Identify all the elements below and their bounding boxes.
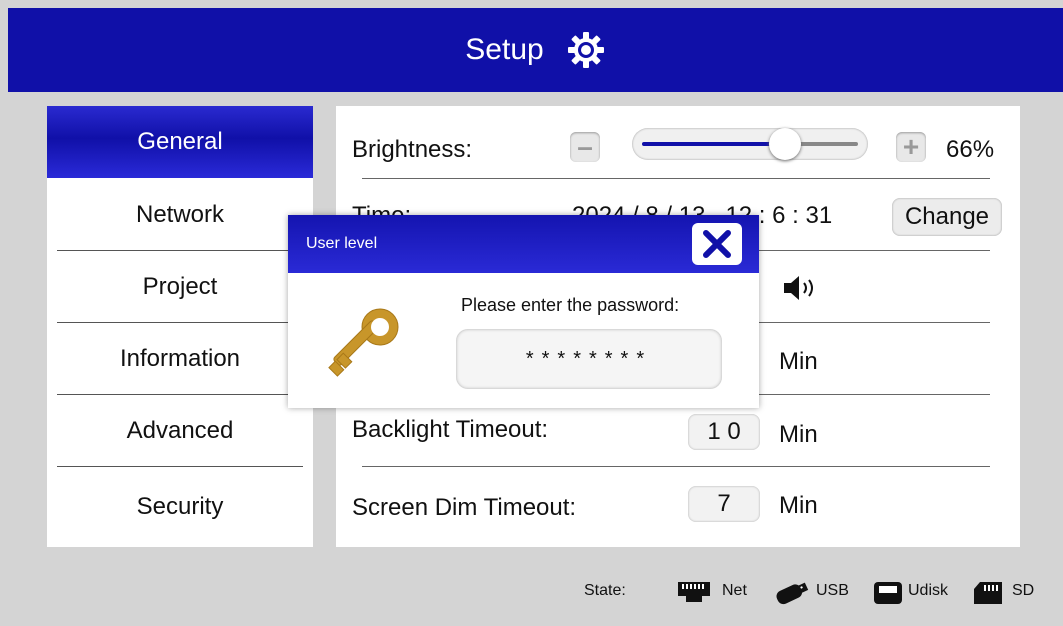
sidebar-item-information[interactable]: Information (47, 324, 313, 394)
slider-handle[interactable] (768, 128, 801, 160)
status-sd-label: SD (1012, 582, 1035, 599)
udisk-icon (874, 582, 902, 604)
sd-card-icon (974, 582, 1002, 604)
screen-dim-unit: Min (779, 492, 818, 519)
header-bar: Setup (8, 8, 1063, 92)
ethernet-icon (678, 582, 710, 602)
sidebar-item-project[interactable]: Project (47, 252, 313, 322)
speaker-icon[interactable] (782, 274, 822, 302)
close-button[interactable] (692, 223, 742, 265)
brightness-label: Brightness: (352, 136, 473, 163)
divider (57, 322, 303, 323)
divider (57, 394, 303, 395)
sidebar-item-label: Project (142, 273, 218, 300)
gear-icon (567, 32, 604, 68)
brightness-slider[interactable] (632, 128, 868, 160)
change-label: Change (904, 203, 990, 230)
status-bar: State: Net USB Udisk SD (584, 580, 1054, 605)
status-net-label: Net (722, 582, 747, 599)
timeout-unit: Min (779, 348, 818, 375)
password-dialog: User level Please enter the password: **… (288, 215, 759, 408)
sidebar-item-advanced[interactable]: Advanced (47, 396, 313, 466)
sidebar-item-security[interactable]: Security (47, 468, 313, 546)
brightness-increase-button[interactable]: + (896, 131, 926, 162)
usb-icon (776, 582, 809, 605)
backlight-timeout-label: Backlight Timeout: (352, 416, 549, 443)
page-title: Setup (465, 33, 544, 66)
status-udisk-label: Udisk (908, 582, 949, 599)
divider (57, 250, 303, 251)
plus-icon: + (902, 131, 920, 162)
sidebar-item-label: Advanced (126, 417, 234, 444)
divider (57, 466, 303, 467)
screen-dim-timeout-label: Screen Dim Timeout: (352, 494, 577, 521)
sidebar-item-label: General (137, 128, 223, 155)
sidebar-item-label: Information (119, 345, 241, 372)
brightness-value: 66% (946, 136, 995, 163)
password-input[interactable]: ******** (456, 329, 722, 389)
brightness-decrease-button[interactable]: – (570, 131, 600, 162)
divider (362, 466, 990, 467)
dialog-title-bar: User level (288, 215, 759, 273)
divider (362, 178, 990, 179)
field-value: 7 (717, 490, 731, 517)
change-time-button[interactable]: Change (892, 198, 1002, 236)
dialog-title: User level (306, 235, 378, 252)
sidebar: General Network Project Information Adva… (47, 106, 313, 547)
minus-icon: – (577, 131, 593, 162)
password-mask: ******** (525, 347, 653, 370)
status-usb-label: USB (816, 582, 849, 599)
sidebar-item-label: Security (136, 493, 224, 520)
status-label: State: (584, 582, 626, 599)
backlight-unit: Min (779, 421, 818, 448)
field-value: 1 0 (707, 418, 741, 445)
close-icon (703, 230, 731, 258)
key-icon (328, 308, 399, 377)
screen-dim-timeout-input[interactable]: 7 (688, 486, 760, 522)
backlight-timeout-input[interactable]: 1 0 (688, 414, 760, 450)
sidebar-item-network[interactable]: Network (47, 180, 313, 250)
password-prompt: Please enter the password: (461, 295, 680, 315)
slider-fill (642, 142, 785, 146)
sidebar-item-general[interactable]: General (47, 106, 313, 178)
sidebar-item-label: Network (135, 201, 225, 228)
